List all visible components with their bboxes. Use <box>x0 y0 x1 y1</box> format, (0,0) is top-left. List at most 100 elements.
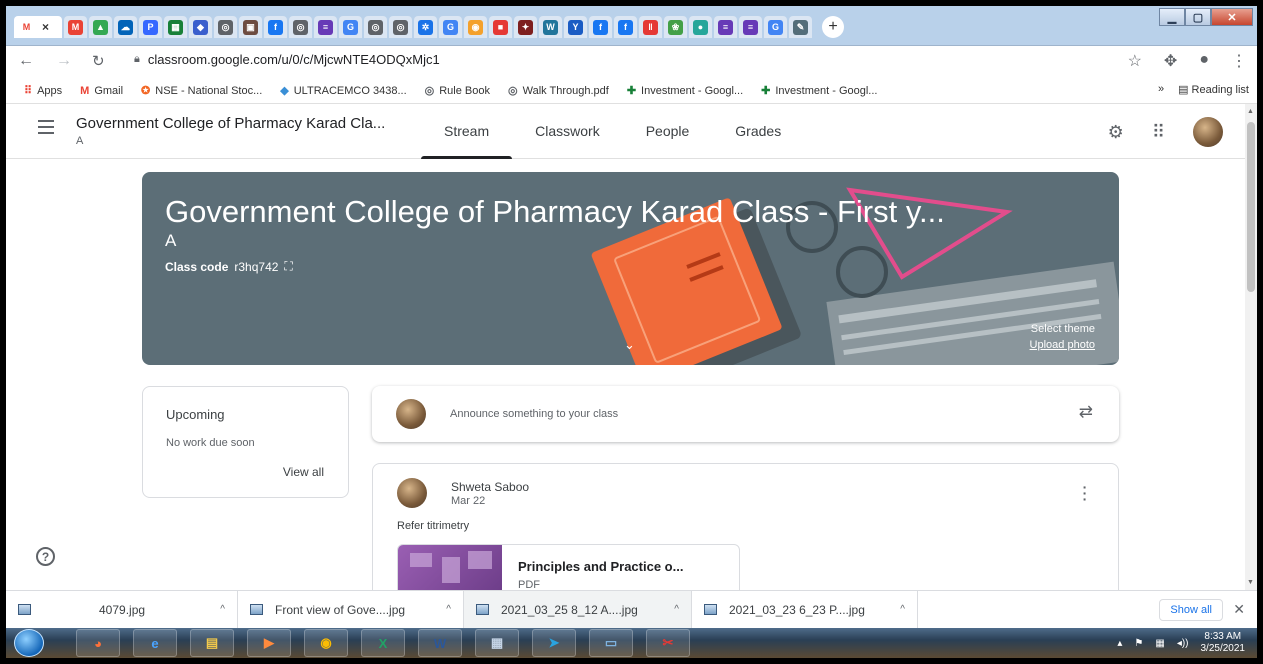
announce-placeholder[interactable]: Announce something to your class <box>450 408 618 420</box>
tab-classwork[interactable]: Classwork <box>512 104 623 159</box>
browser-tab[interactable]: G <box>439 16 462 38</box>
new-tab-button[interactable]: + <box>822 16 844 38</box>
bookmark-item[interactable]: ◆ ULTRACEMCO 3438... <box>280 84 406 98</box>
snipping-icon[interactable]: ✂ <box>646 629 690 657</box>
flag-icon[interactable]: ⚑ <box>1134 638 1143 649</box>
scroll-down-icon[interactable]: ▼ <box>1247 579 1254 586</box>
browser-tab[interactable]: ✲ <box>414 16 437 38</box>
telegram-icon[interactable]: ➤ <box>532 629 576 657</box>
browser-tab[interactable]: ◎ <box>364 16 387 38</box>
show-hidden-icons-icon[interactable]: ▴ <box>1117 638 1122 649</box>
browser-tab[interactable]: ≡ <box>314 16 337 38</box>
bookmark-item[interactable]: ⠿ Apps <box>24 84 62 98</box>
browser-tab[interactable]: ◆ <box>189 16 212 38</box>
browser-tab[interactable]: f <box>614 16 637 38</box>
download-options-caret-icon[interactable]: ^ <box>674 604 679 615</box>
page-scrollbar[interactable]: ▲ ▼ <box>1245 104 1257 590</box>
display-icon[interactable]: ▭ <box>589 629 633 657</box>
bookmark-star-icon[interactable]: ☆ <box>1128 51 1142 71</box>
address-bar[interactable]: 🔒︎ classroom.google.com/u/0/c/MjcwNTE4OD… <box>134 52 440 67</box>
expand-chevron-icon[interactable]: ⌄ <box>624 337 635 353</box>
reload-icon[interactable]: ↻ <box>92 52 105 70</box>
tab-stream[interactable]: Stream <box>421 104 513 159</box>
class-title[interactable]: Government College of Pharmacy Karad Cla… <box>76 115 385 132</box>
browser-tab[interactable]: ≡ <box>739 16 762 38</box>
hamburger-menu-icon[interactable] <box>38 120 54 138</box>
calculator-icon[interactable]: ▦ <box>475 629 519 657</box>
tab-people[interactable]: People <box>623 104 713 159</box>
browser-tab[interactable]: ◎ <box>389 16 412 38</box>
close-window-button[interactable]: ✕ <box>1211 8 1253 26</box>
active-tab[interactable]: M × <box>14 16 62 38</box>
browser-tab[interactable]: M <box>64 16 87 38</box>
word-icon[interactable]: W <box>418 629 462 657</box>
browser-tab[interactable]: ≡ <box>714 16 737 38</box>
browser-tab[interactable]: ▲ <box>89 16 112 38</box>
volume-icon[interactable]: ◂)) <box>1177 638 1189 649</box>
bookmark-item[interactable]: ◎ Walk Through.pdf <box>508 84 609 98</box>
browser-tab[interactable]: ✦ <box>514 16 537 38</box>
download-item[interactable]: 2021_03_23 6_23 P....jpg ^ <box>692 590 918 629</box>
tab-grades[interactable]: Grades <box>712 104 804 159</box>
browser-tab[interactable]: ▣ <box>239 16 262 38</box>
download-item[interactable]: Front view of Gove....jpg ^ <box>238 590 464 629</box>
scroll-up-icon[interactable]: ▲ <box>1247 108 1254 115</box>
forward-arrow-icon[interactable]: → <box>56 52 72 70</box>
download-item[interactable]: 2021_03_25 8_12 A....jpg ^ <box>464 590 692 629</box>
extensions-icon[interactable]: ✥ <box>1164 51 1177 71</box>
account-avatar[interactable] <box>1193 117 1223 147</box>
help-icon[interactable]: ? <box>36 547 55 566</box>
scrollbar-thumb[interactable] <box>1247 122 1255 292</box>
browser-tab[interactable]: W <box>539 16 562 38</box>
firefox-icon[interactable]: ◕ <box>76 629 120 657</box>
fullscreen-code-icon[interactable]: ⛶ <box>284 259 292 274</box>
bookmark-item[interactable]: ✚ Investment - Googl... <box>761 84 877 98</box>
browser-tab[interactable]: ◎ <box>214 16 237 38</box>
network-icon[interactable]: ▦ <box>1155 638 1164 649</box>
internet-explorer-icon[interactable]: e <box>133 629 177 657</box>
media-player-icon[interactable]: ▶ <box>247 629 291 657</box>
browser-tab[interactable]: ● <box>689 16 712 38</box>
chrome-menu-icon[interactable]: ⋮ <box>1231 51 1247 71</box>
show-all-button[interactable]: Show all <box>1159 599 1223 621</box>
start-button[interactable] <box>14 629 44 657</box>
browser-tab[interactable]: ▦ <box>164 16 187 38</box>
browser-tab[interactable]: ‖ <box>639 16 662 38</box>
browser-tab[interactable]: P <box>139 16 162 38</box>
download-item[interactable]: 4079.jpg ^ <box>6 590 238 629</box>
browser-tab[interactable]: ◎ <box>289 16 312 38</box>
upload-photo-link[interactable]: Upload photo <box>1030 339 1095 351</box>
browser-tab[interactable]: G <box>339 16 362 38</box>
minimize-button[interactable]: ▁ <box>1159 8 1185 26</box>
bookmarks-overflow-icon[interactable]: » <box>1158 83 1164 96</box>
bookmark-item[interactable]: M Gmail <box>80 85 123 97</box>
post-more-options-icon[interactable]: · · · <box>1082 480 1088 506</box>
reading-list-button[interactable]: ▤ Reading list <box>1178 83 1249 96</box>
clock[interactable]: 8:33 AM 3/25/2021 <box>1201 631 1246 655</box>
view-all-link[interactable]: View all <box>283 465 324 479</box>
select-theme-link[interactable]: Select theme <box>1031 323 1095 335</box>
bookmark-item[interactable]: ✪ NSE - National Stoc... <box>141 84 262 98</box>
browser-tab[interactable]: G <box>764 16 787 38</box>
folder-icon[interactable]: ▤ <box>190 629 234 657</box>
close-shelf-icon[interactable]: ✕ <box>1233 601 1245 618</box>
maximize-button[interactable]: ▢ <box>1185 8 1211 26</box>
browser-tab[interactable]: f <box>589 16 612 38</box>
browser-tab[interactable]: ❀ <box>664 16 687 38</box>
bookmark-item[interactable]: ✚ Investment - Googl... <box>627 84 743 98</box>
download-options-caret-icon[interactable]: ^ <box>446 604 451 615</box>
bookmark-item[interactable]: ◎ Rule Book <box>425 84 490 98</box>
browser-tab[interactable]: ■ <box>489 16 512 38</box>
profile-icon[interactable]: ● <box>1199 51 1209 71</box>
close-tab-icon[interactable]: × <box>42 20 49 34</box>
announce-box[interactable]: Announce something to your class ⇄ <box>372 386 1119 442</box>
browser-tab[interactable]: ☁ <box>114 16 137 38</box>
chrome-icon[interactable]: ◉ <box>304 629 348 657</box>
download-options-caret-icon[interactable]: ^ <box>900 604 905 615</box>
back-arrow-icon[interactable]: ← <box>18 52 34 70</box>
repost-icon[interactable]: ⇄ <box>1079 402 1093 422</box>
browser-tab[interactable]: ◉ <box>464 16 487 38</box>
excel-icon[interactable]: X <box>361 629 405 657</box>
browser-tab[interactable]: Y <box>564 16 587 38</box>
browser-tab[interactable]: f <box>264 16 287 38</box>
